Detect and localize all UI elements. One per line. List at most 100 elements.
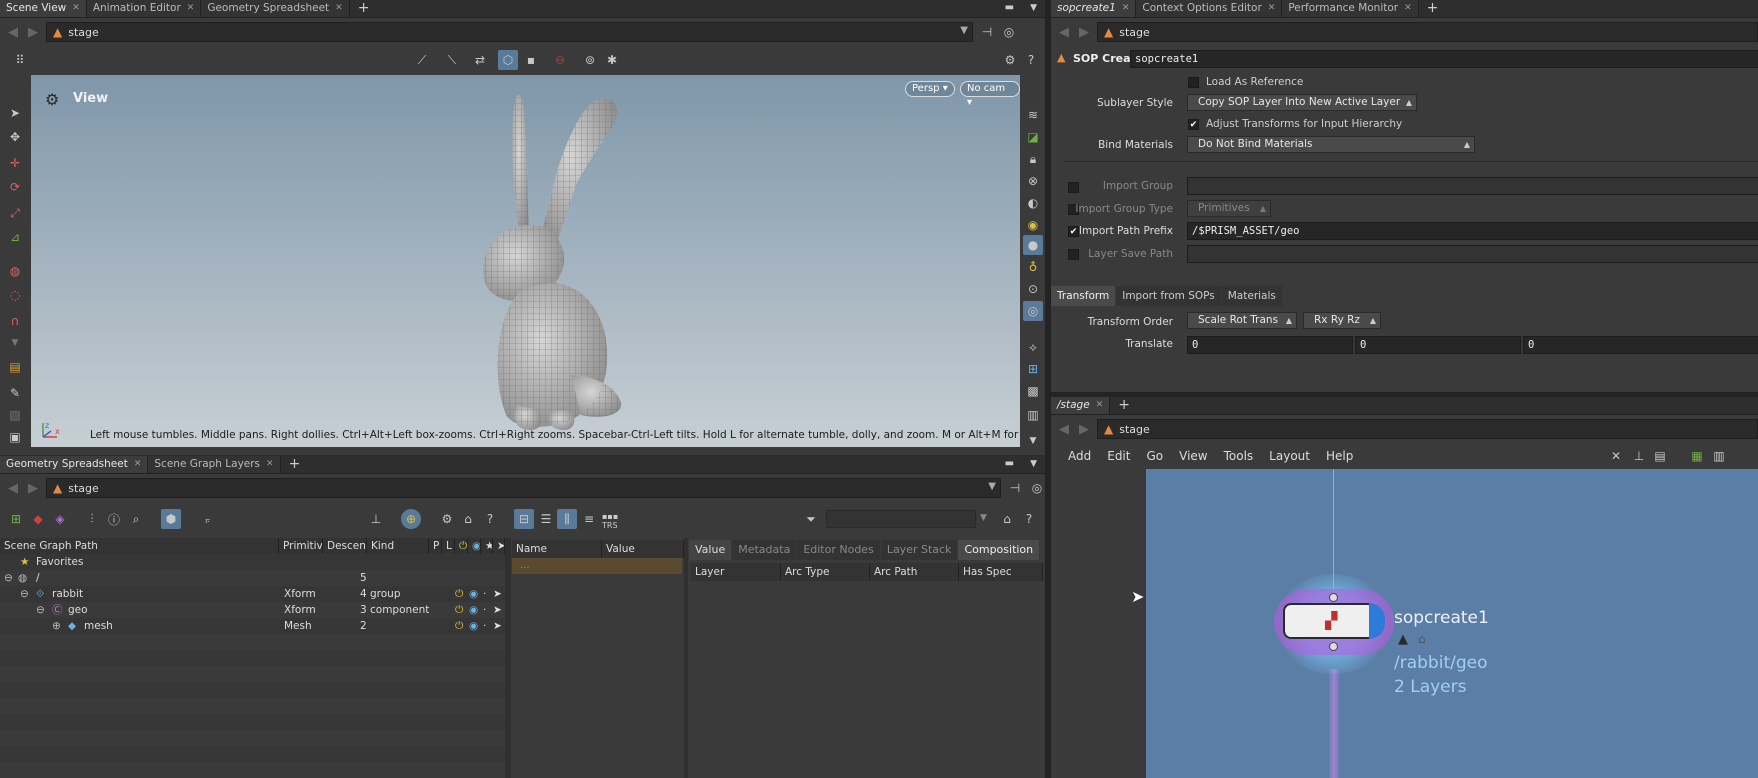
column-header-path[interactable]: Scene Graph Path [0, 538, 279, 554]
rotation-order-dropdown[interactable]: Rx Ry Rz▲▼ [1303, 312, 1381, 329]
move-tool-icon[interactable]: ✛ [5, 153, 25, 173]
tab-import-from-sops[interactable]: Import from SOPs [1116, 286, 1221, 306]
link-icon[interactable]: ◎ [1001, 24, 1017, 40]
path-field[interactable]: ▲ stage [1097, 22, 1758, 42]
stop-icon[interactable]: ⊖ [550, 50, 570, 70]
tree-row-rabbit[interactable]: ⊖ ⟐ rabbit Xform 4 group ⏻ ◉ · ➤ [0, 586, 505, 602]
forward-arrow-icon[interactable]: ▶ [1077, 422, 1091, 437]
tab-performance-monitor[interactable]: Performance Monitor ✕ [1282, 0, 1419, 17]
select-arrow-icon[interactable]: ➤ [493, 618, 502, 634]
trs-button[interactable]: ▪▪▪ TRS [602, 512, 618, 530]
column-header-l[interactable]: L [442, 538, 455, 554]
back-arrow-icon[interactable]: ◀ [1057, 25, 1071, 40]
column-header-primitive[interactable]: Primitiv [279, 538, 323, 554]
column-header-value[interactable]: Value [602, 540, 684, 558]
close-icon[interactable]: ✕ [1404, 3, 1412, 13]
display-icon[interactable]: ≋ [1023, 105, 1043, 125]
tab-transform[interactable]: Transform [1051, 286, 1116, 306]
power-icon[interactable]: ⏻ [455, 586, 463, 602]
dot-icon[interactable]: · [483, 618, 486, 634]
layer-save-path-field[interactable] [1187, 245, 1758, 263]
help-icon[interactable]: ? [480, 509, 500, 529]
cube-red-icon[interactable]: ◆ [28, 509, 48, 529]
load-as-reference-checkbox[interactable] [1188, 77, 1199, 88]
wrench-icon[interactable]: ✕ [1606, 446, 1626, 466]
drag-tool-icon[interactable]: ✥ [5, 127, 25, 147]
select-tool-icon[interactable]: ➤ [5, 103, 25, 123]
maximize-icon[interactable]: ▬ [997, 0, 1022, 17]
bulb-icon[interactable]: ♁ [1023, 257, 1043, 277]
dot-icon[interactable]: · [483, 586, 486, 602]
maximize-icon[interactable]: ▬ [997, 456, 1022, 473]
import-group-type-dropdown[interactable]: Primitives▲▼ [1187, 200, 1271, 217]
cube-purple-icon[interactable]: ◈ [50, 509, 70, 529]
tab-stage[interactable]: /stage ✕ [1051, 397, 1111, 414]
close-icon[interactable]: ✕ [1096, 400, 1104, 410]
swap-icon[interactable]: ⇄ [470, 50, 490, 70]
add-tab-button[interactable]: + [350, 0, 378, 17]
back-arrow-icon[interactable]: ◀ [6, 481, 20, 496]
translate-y-field[interactable]: 0 [1355, 336, 1521, 354]
tab-scene-graph-layers[interactable]: Scene Graph Layers ✕ [148, 456, 281, 473]
target-icon[interactable]: ⊕ [401, 509, 421, 529]
transform-order-dropdown[interactable]: Scale Rot Trans▲▼ [1187, 312, 1297, 329]
tab-sopcreate1[interactable]: sopcreate1 ✕ [1051, 0, 1137, 17]
pane-menu-icon[interactable]: ▼ [1022, 0, 1045, 17]
rotate-tool-icon[interactable]: ⟳ [5, 177, 25, 197]
forward-arrow-icon[interactable]: ▶ [26, 25, 40, 40]
chevron-down-icon[interactable]: ▼ [960, 25, 968, 36]
close-icon[interactable]: ✕ [1268, 3, 1276, 13]
info-icon[interactable]: ⓘ [104, 509, 124, 529]
handle-tool-icon[interactable]: ⊿ [5, 227, 25, 247]
adjust-transforms-checkbox[interactable]: ✔ [1188, 119, 1199, 130]
tab-materials[interactable]: Materials [1221, 286, 1282, 306]
column-header-active[interactable]: ⏻ [455, 538, 468, 554]
camera-icon[interactable]: ⌂ [997, 509, 1017, 529]
brush-icon[interactable]: ⟔ [198, 509, 218, 529]
snap-icon[interactable]: ✱ [602, 50, 622, 70]
add-tab-button[interactable]: + [1419, 0, 1447, 17]
column-header-select[interactable]: ➤ [493, 538, 505, 554]
forward-arrow-icon[interactable]: ▶ [1077, 25, 1091, 40]
snapshot-icon[interactable]: ⊚ [580, 50, 600, 70]
camera-dropdown[interactable]: No cam ▾ [960, 81, 1020, 108]
menu-edit[interactable]: Edit [1099, 449, 1138, 463]
box-select-icon[interactable]: ▪ [521, 50, 541, 70]
network-canvas[interactable]: ▞ sopcreate1 ▲ ⌂ /rabbit/geo 2 Layers [1146, 469, 1758, 778]
columns-view-icon[interactable]: ⫼ [557, 509, 577, 529]
persp-dropdown[interactable]: Persp ▾ [905, 81, 955, 97]
visualizer-icon[interactable]: ⟡ [1023, 337, 1043, 357]
guide-icon[interactable]: ▥ [1023, 405, 1043, 425]
select-edges-icon[interactable]: ⟍ [442, 50, 462, 70]
tab-scene-view[interactable]: Scene View ✕ [0, 0, 87, 17]
bunny-mesh[interactable] [461, 85, 641, 435]
tab-editor-nodes[interactable]: Editor Nodes [797, 540, 880, 560]
tab-value[interactable]: Value [689, 540, 732, 560]
timeline-icon[interactable]: ▤ [5, 357, 25, 377]
highlight-icon[interactable]: ⬢ [161, 509, 181, 529]
tree-expand-icon[interactable]: ⊞ [6, 509, 26, 529]
path-field[interactable]: ▲ stage ▼ [46, 22, 973, 42]
close-icon[interactable]: ✕ [72, 3, 80, 13]
tree-row-mesh[interactable]: ⊕ ◆ mesh Mesh 2 ⏻ ◉ · ➤ [0, 618, 505, 634]
scroll-down-icon[interactable]: ▼ [1023, 431, 1043, 451]
tree-view-icon[interactable]: ⊟ [514, 509, 534, 529]
list-icon[interactable]: ▤ [1650, 446, 1670, 466]
tab-geometry-spreadsheet[interactable]: Geometry Spreadsheet ✕ [201, 0, 350, 17]
light-icon[interactable]: ◉ [1023, 215, 1043, 235]
tab-layer-stack[interactable]: Layer Stack [880, 540, 958, 560]
attribute-row[interactable]: ... [512, 558, 682, 574]
column-header-arc-type[interactable]: Arc Type [781, 563, 870, 581]
close-icon[interactable]: ✕ [187, 3, 195, 13]
help-icon[interactable]: ? [1019, 509, 1039, 529]
node-name-field[interactable]: sopcreate1 [1130, 50, 1758, 68]
column-header-has-spec[interactable]: Has Spec [959, 563, 1043, 581]
attribute-filter-field[interactable] [826, 510, 976, 528]
tab-geometry-spreadsheet[interactable]: Geometry Spreadsheet ✕ [0, 456, 149, 473]
collapse-icon[interactable]: ⊖ [36, 602, 45, 618]
shading-icon[interactable]: ◪ [1023, 127, 1043, 147]
headlight-icon[interactable]: ● [1023, 235, 1043, 255]
dot-icon[interactable]: · [483, 602, 486, 618]
column-header-kind[interactable]: Kind [367, 538, 429, 554]
collapse-icon[interactable]: ⊖ [4, 570, 13, 586]
